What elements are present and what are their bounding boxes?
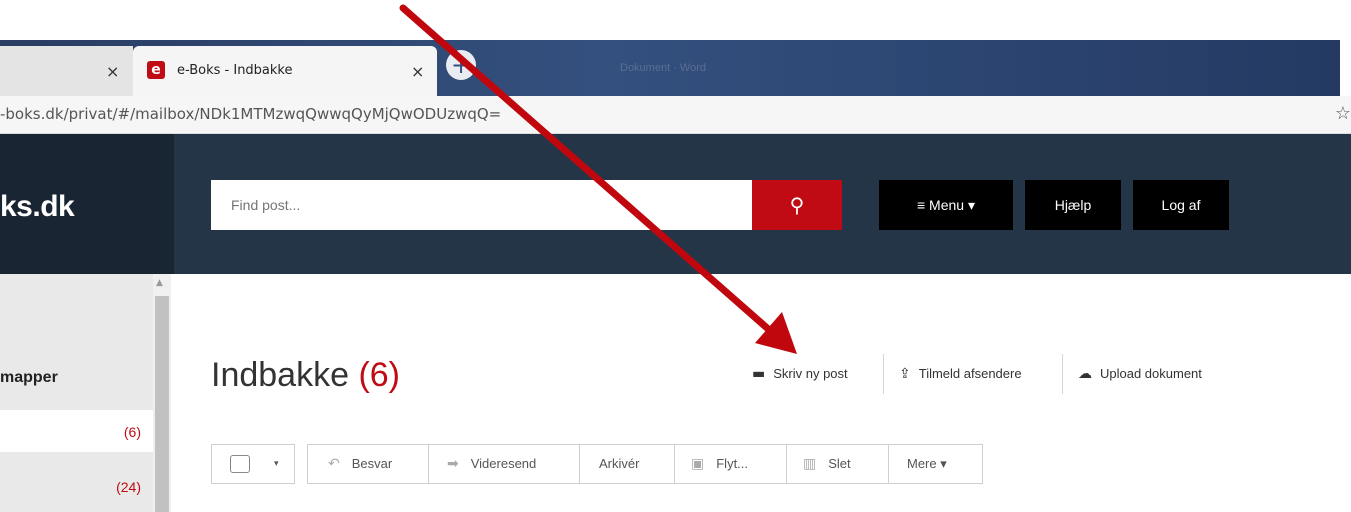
divider [1062,354,1063,394]
eboks-favicon-icon: e [147,61,165,79]
scroll-up-icon[interactable]: ▲ [156,278,163,288]
sidebar-section-title: mapper [0,369,58,386]
subscribe-senders-button[interactable]: ⇪ Tilmeld afsendere [899,362,1022,386]
search-icon: ⚲ [789,193,805,217]
select-dropdown-icon[interactable]: ▾ [274,445,279,483]
logout-button[interactable]: Log af [1133,180,1229,230]
browser-tab-active[interactable]: e e-Boks - Indbakke × [133,46,437,96]
browser-tab-inactive[interactable]: × [0,46,133,96]
tab-close-icon[interactable]: × [411,62,424,81]
site-header: ks.dk ⚲ ≡ Menu ▾ Hjælp Log af [0,134,1351,274]
folder-count: (6) [123,424,141,440]
archive-button[interactable]: Arkivér [580,445,675,483]
tab-close-icon[interactable]: × [106,62,119,81]
forward-button[interactable]: ➡ Videresend [429,445,580,483]
action-label: Upload dokument [1100,366,1202,381]
bookmark-star-icon[interactable]: ☆ [1335,103,1351,124]
move-button[interactable]: ▣ Flyt... [675,445,787,483]
window-top-area [0,0,1351,40]
cloud-upload-icon: ☁ [1078,366,1092,382]
compose-icon: ▬ [752,366,766,382]
archive-label: Arkivér [599,456,640,471]
help-button[interactable]: Hjælp [1025,180,1121,230]
sidebar-item-folder[interactable]: (24) [0,465,153,507]
delete-label: Slet [828,456,851,471]
more-button[interactable]: Mere ▾ [889,445,982,483]
menu-button[interactable]: ≡ Menu ▾ [879,180,1013,230]
background-window-title: Dokument · Word [620,62,706,74]
move-label: Flyt... [716,456,749,471]
logo-area: ks.dk [0,134,174,274]
page-title: Indbakke (6) [211,356,400,395]
select-all-checkbox[interactable] [230,455,250,473]
action-label: Tilmeld afsendere [918,366,1022,381]
sidebar: mapper (6) (24) [0,274,153,512]
arrow-head [755,312,797,354]
search-button[interactable]: ⚲ [752,180,842,230]
message-toolbar: ↶ Besvar ➡ Videresend Arkivér ▣ Flyt... ▥ Sl… [307,444,983,484]
forward-icon: ➡ [447,456,459,472]
address-bar[interactable]: -boks.dk/privat/#/mailbox/NDk1MTMzwqQwwq… [0,96,1351,134]
reply-icon: ↶ [328,456,340,472]
select-all-group: ▾ [211,444,295,484]
trash-icon: ▥ [803,456,817,472]
folder-count: (24) [116,479,141,495]
folder-move-icon: ▣ [691,456,705,472]
subscribe-icon: ⇪ [899,366,911,382]
divider [883,354,884,394]
delete-button[interactable]: ▥ Slet [787,445,889,483]
site-logo[interactable]: ks.dk [0,190,75,224]
url-text[interactable]: -boks.dk/privat/#/mailbox/NDk1MTMzwqQwwq… [0,105,501,123]
new-tab-icon[interactable]: + [446,50,476,80]
reply-button[interactable]: ↶ Besvar [308,445,429,483]
action-label: Skriv ny post [773,366,848,381]
reply-label: Besvar [351,456,393,471]
write-new-post-button[interactable]: ▬ Skriv ny post [752,362,848,386]
browser-tabstrip: × e e-Boks - Indbakke × + Dokument · Wor… [0,40,1340,96]
upload-document-button[interactable]: ☁ Upload dokument [1078,362,1202,386]
tab-title: e-Boks - Indbakke [177,63,293,78]
forward-label: Videresend [470,456,537,471]
unread-count: (6) [358,356,401,394]
search-input[interactable] [211,180,752,230]
page-title-text: Indbakke [211,356,349,394]
sidebar-scrollbar-thumb[interactable] [155,296,169,512]
sidebar-item-inbox[interactable]: (6) [0,410,153,452]
